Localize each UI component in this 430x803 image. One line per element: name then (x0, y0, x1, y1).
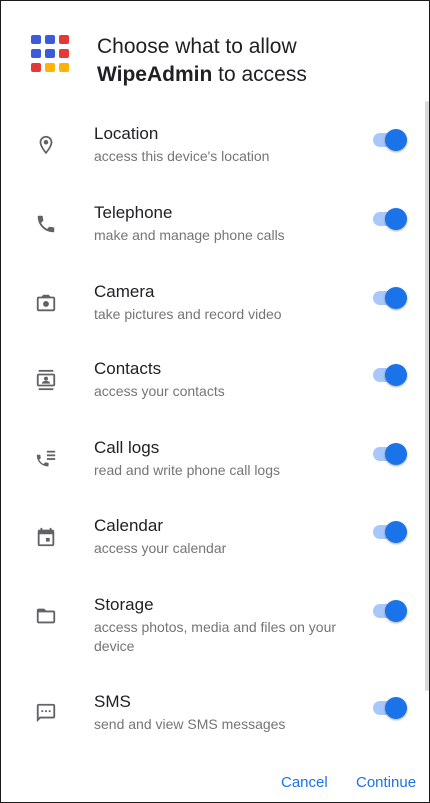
toggle-thumb (385, 208, 407, 230)
location-pin-icon (35, 134, 57, 156)
toggle-thumb (385, 287, 407, 309)
toggle-thumb (385, 443, 407, 465)
permission-item: Camera take pictures and record video (1, 281, 421, 351)
permission-toggle[interactable] (371, 440, 411, 468)
permission-name: Call logs (94, 438, 160, 457)
sms-icon (35, 702, 57, 724)
permission-item: Telephone make and manage phone calls (1, 202, 421, 272)
cancel-button[interactable]: Cancel (281, 773, 328, 793)
toggle-thumb (385, 521, 407, 543)
permission-item: Contacts access your contacts (1, 358, 421, 428)
folder-icon (35, 605, 57, 627)
permission-name: Contacts (94, 359, 162, 378)
permission-name: Camera (94, 282, 155, 301)
permission-toggle[interactable] (371, 361, 411, 389)
permission-description: take pictures and record video (94, 306, 282, 322)
app-name: WipeAdmin (97, 63, 213, 86)
permission-item: Location access this device's location (1, 123, 421, 193)
title-prefix: Choose what to allow (97, 35, 297, 58)
permission-dialog: Choose what to allow WipeAdmin to access… (0, 0, 430, 803)
scrollbar[interactable] (425, 101, 429, 691)
permission-toggle[interactable] (371, 284, 411, 312)
permission-toggle[interactable] (371, 694, 411, 722)
permission-description: make and manage phone calls (94, 227, 285, 243)
permission-item: Call logs read and write phone call logs (1, 437, 421, 507)
toggle-thumb (385, 129, 407, 151)
permission-name: SMS (94, 692, 131, 711)
toggle-thumb (385, 364, 407, 386)
phone-icon (35, 213, 57, 235)
permission-item: SMS send and view SMS messages (1, 691, 421, 761)
call-log-icon (35, 448, 57, 470)
permission-name: Telephone (94, 203, 173, 222)
permission-item: Storage access photos, media and files on… (1, 594, 421, 664)
permission-description: access this device's location (94, 148, 270, 164)
permission-toggle[interactable] (371, 597, 411, 625)
title-suffix: to access (218, 63, 307, 86)
permission-description: access your calendar (94, 540, 227, 556)
toggle-thumb (385, 697, 407, 719)
calendar-icon (35, 526, 57, 548)
contacts-icon (35, 369, 57, 391)
app-grid-icon (31, 35, 69, 72)
permission-name: Location (94, 124, 159, 143)
permission-description: read and write phone call logs (94, 462, 281, 478)
camera-icon (35, 292, 57, 314)
dialog-header: Choose what to allow WipeAdmin to access (31, 33, 411, 89)
permission-description: access photos, media and files on your d… (94, 619, 337, 654)
continue-button[interactable]: Continue (356, 773, 416, 793)
permission-name: Storage (94, 595, 154, 614)
permission-name: Calendar (94, 516, 163, 535)
dialog-title: Choose what to allow WipeAdmin to access (97, 33, 307, 89)
permission-item: Calendar access your calendar (1, 515, 421, 585)
permission-description: send and view SMS messages (94, 716, 286, 732)
permission-toggle[interactable] (371, 126, 411, 154)
toggle-thumb (385, 600, 407, 622)
permission-toggle[interactable] (371, 205, 411, 233)
permission-description: access your contacts (94, 383, 225, 399)
permission-toggle[interactable] (371, 518, 411, 546)
